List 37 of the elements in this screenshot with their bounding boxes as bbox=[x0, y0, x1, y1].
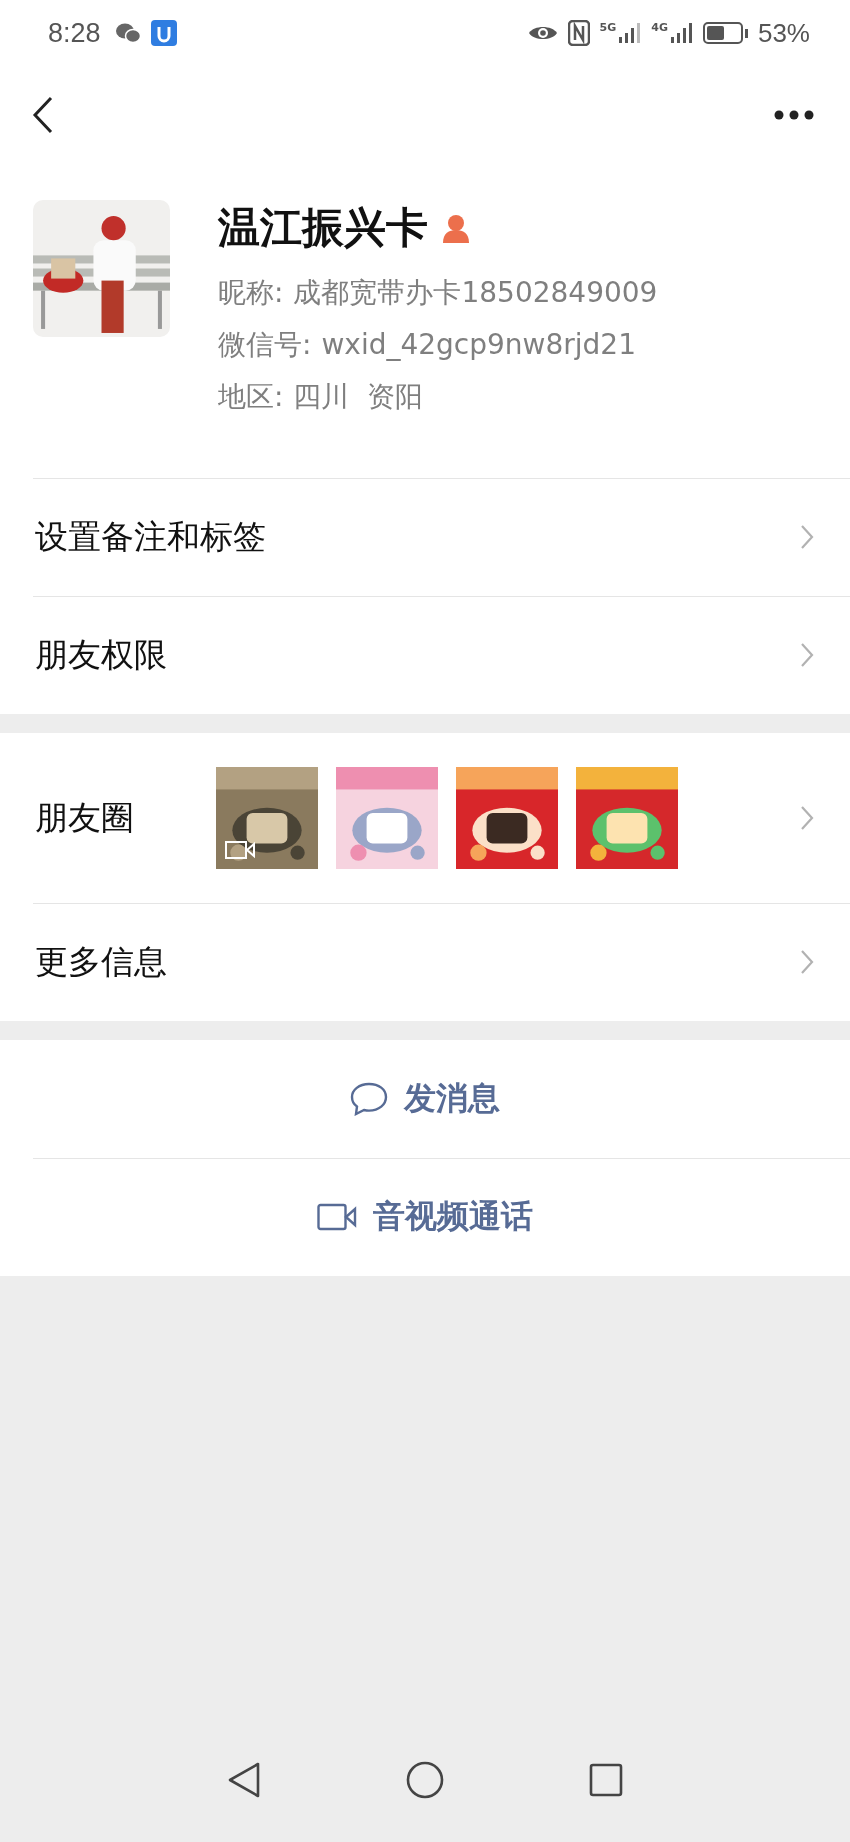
nickname: 成都宽带办卡18502849009 bbox=[293, 275, 658, 311]
moments-row[interactable]: 朋友圈 bbox=[0, 733, 850, 903]
menu-label: 更多信息 bbox=[35, 940, 167, 983]
video-camera-icon bbox=[317, 1203, 357, 1231]
region: 四川 资阳 bbox=[293, 379, 424, 415]
back-icon[interactable] bbox=[32, 96, 54, 134]
app-notification-icon bbox=[150, 20, 177, 46]
battery-percent: 53% bbox=[757, 17, 810, 49]
status-time: 8:28 bbox=[48, 17, 101, 49]
chevron-icon bbox=[800, 524, 814, 550]
menu-label: 朋友权限 bbox=[35, 633, 167, 676]
signal-icon bbox=[617, 21, 642, 45]
signal-icon bbox=[668, 21, 693, 45]
person-icon bbox=[442, 213, 470, 243]
menu-label: 设置备注和标签 bbox=[35, 515, 266, 558]
recents-nav-icon[interactable] bbox=[589, 1763, 623, 1797]
chat-app-icon bbox=[114, 22, 141, 44]
nickname-label: 昵称: bbox=[218, 275, 284, 311]
wechat-id: wxid_42gcp9nw8rjd21 bbox=[321, 327, 636, 363]
region-label: 地区: bbox=[218, 379, 284, 415]
chat-bubble-icon bbox=[350, 1082, 388, 1116]
network-type: 4G bbox=[651, 21, 668, 34]
menu-row[interactable]: 设置备注和标签 bbox=[0, 478, 850, 596]
nfc-icon bbox=[567, 20, 590, 46]
menu-row[interactable]: 更多信息 bbox=[0, 903, 850, 1021]
back-nav-icon[interactable] bbox=[227, 1762, 261, 1798]
chevron-icon bbox=[800, 949, 814, 975]
chevron-icon bbox=[800, 805, 814, 831]
more-icon[interactable] bbox=[774, 110, 814, 120]
battery-icon bbox=[702, 22, 748, 44]
network-type: 5G bbox=[599, 21, 617, 34]
home-nav-icon[interactable] bbox=[406, 1761, 444, 1799]
chevron-icon bbox=[800, 642, 814, 668]
wechat-id-label: 微信号: bbox=[218, 327, 312, 363]
menu-row[interactable]: 朋友权限 bbox=[0, 596, 850, 714]
moments-label: 朋友圈 bbox=[35, 796, 135, 839]
contact-name: 温江振兴卡 bbox=[218, 202, 428, 254]
